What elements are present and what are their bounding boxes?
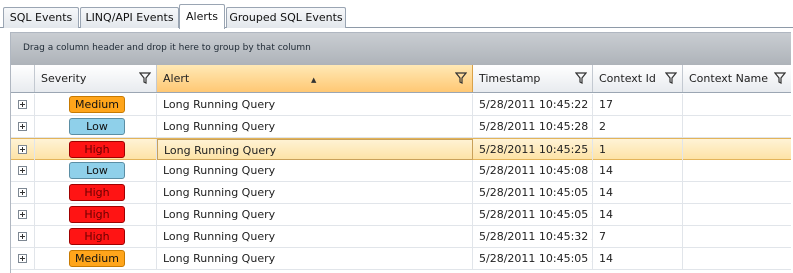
alert-cell[interactable]: Long Running Query bbox=[157, 94, 473, 115]
context-name-cell[interactable] bbox=[683, 248, 791, 269]
header-context-id[interactable]: Context Id bbox=[593, 65, 683, 92]
severity-cell: Low bbox=[35, 116, 157, 137]
alert-cell[interactable]: Long Running Query bbox=[157, 204, 473, 225]
context-id-cell[interactable]: 2 bbox=[593, 116, 683, 137]
timestamp-cell[interactable]: 5/28/2011 10:45:05 A bbox=[473, 182, 593, 203]
timestamp-cell[interactable]: 5/28/2011 10:45:05 A bbox=[473, 248, 593, 269]
context-id-cell[interactable]: 14 bbox=[593, 204, 683, 225]
severity-badge: High bbox=[69, 206, 125, 223]
tab-grouped-sql-events[interactable]: Grouped SQL Events bbox=[226, 7, 346, 28]
alert-cell[interactable]: Long Running Query bbox=[157, 139, 473, 160]
timestamp-cell[interactable]: 5/28/2011 10:45:08 A bbox=[473, 160, 593, 181]
expander-cell bbox=[11, 116, 35, 137]
table-row[interactable]: High Long Running Query 5/28/2011 10:45:05… bbox=[11, 204, 791, 226]
header-context-name[interactable]: Context Name bbox=[683, 65, 791, 92]
tab-sql-events[interactable]: SQL Events bbox=[3, 7, 79, 28]
expand-plus-icon[interactable] bbox=[18, 254, 27, 263]
table-row[interactable]: Low Long Running Query 5/28/2011 10:45:08 … bbox=[11, 160, 791, 182]
alert-cell[interactable]: Long Running Query bbox=[157, 226, 473, 247]
tab-strip: SQL Events LINQ/API Events Alerts Groupe… bbox=[0, 0, 793, 29]
header-timestamp[interactable]: Timestamp bbox=[473, 65, 593, 92]
expander-cell bbox=[11, 94, 35, 115]
context-name-cell[interactable] bbox=[683, 204, 791, 225]
group-panel[interactable]: Drag a column header and drop it here to… bbox=[11, 33, 791, 65]
severity-cell: Medium bbox=[35, 94, 157, 115]
grid-header: Severity ▲ Alert Timestamp Context Id Co… bbox=[11, 65, 791, 93]
expander-cell bbox=[11, 139, 35, 160]
filter-icon[interactable] bbox=[774, 72, 786, 84]
expander-cell bbox=[11, 204, 35, 225]
header-alert-label: Alert bbox=[163, 72, 190, 85]
severity-badge: Low bbox=[69, 118, 125, 135]
timestamp-cell[interactable]: 5/28/2011 10:45:32 A bbox=[473, 226, 593, 247]
severity-cell: High bbox=[35, 226, 157, 247]
alerts-grid: Drag a column header and drop it here to… bbox=[10, 32, 791, 273]
timestamp-cell[interactable]: 5/28/2011 10:45:22 A bbox=[473, 94, 593, 115]
timestamp-cell[interactable]: 5/28/2011 10:45:25 A bbox=[473, 139, 593, 160]
expander-cell bbox=[11, 160, 35, 181]
context-name-cell[interactable] bbox=[683, 226, 791, 247]
header-timestamp-label: Timestamp bbox=[479, 72, 541, 85]
timestamp-cell[interactable]: 5/28/2011 10:45:05 A bbox=[473, 204, 593, 225]
timestamp-cell[interactable]: 5/28/2011 10:45:28 A bbox=[473, 116, 593, 137]
expand-plus-icon[interactable] bbox=[18, 145, 27, 154]
severity-badge: High bbox=[69, 141, 125, 158]
filter-icon[interactable] bbox=[575, 72, 587, 84]
severity-badge: Low bbox=[69, 162, 125, 179]
tab-alerts[interactable]: Alerts bbox=[179, 4, 225, 29]
severity-cell: Medium bbox=[35, 248, 157, 269]
table-row[interactable]: Medium Long Running Query 5/28/2011 10:45:… bbox=[11, 94, 791, 116]
context-name-cell[interactable] bbox=[683, 116, 791, 137]
sort-ascending-icon: ▲ bbox=[311, 76, 317, 84]
context-name-cell[interactable] bbox=[683, 160, 791, 181]
severity-badge: High bbox=[69, 184, 125, 201]
tab-linq-api-events[interactable]: LINQ/API Events bbox=[80, 7, 179, 28]
expand-plus-icon[interactable] bbox=[18, 188, 27, 197]
context-id-cell[interactable]: 17 bbox=[593, 94, 683, 115]
expand-plus-icon[interactable] bbox=[18, 122, 27, 131]
header-context-name-label: Context Name bbox=[689, 72, 769, 85]
severity-cell: Low bbox=[35, 160, 157, 181]
table-row[interactable]: Low Long Running Query 5/28/2011 10:45:28 … bbox=[11, 116, 791, 138]
expander-cell bbox=[11, 226, 35, 247]
severity-badge: Medium bbox=[69, 96, 125, 113]
table-row[interactable]: Medium Long Running Query 5/28/2011 10:45:… bbox=[11, 248, 791, 270]
expand-plus-icon[interactable] bbox=[18, 232, 27, 241]
severity-badge: Medium bbox=[69, 250, 125, 267]
expander-cell bbox=[11, 182, 35, 203]
filter-icon[interactable] bbox=[455, 72, 467, 84]
alert-cell[interactable]: Long Running Query bbox=[157, 248, 473, 269]
table-row[interactable]: High Long Running Query 5/28/2011 10:45:05… bbox=[11, 182, 791, 204]
context-id-cell[interactable]: 7 bbox=[593, 226, 683, 247]
expand-plus-icon[interactable] bbox=[18, 100, 27, 109]
alert-cell[interactable]: Long Running Query bbox=[157, 160, 473, 181]
context-name-cell[interactable] bbox=[683, 94, 791, 115]
context-name-cell[interactable] bbox=[683, 139, 791, 160]
expand-plus-icon[interactable] bbox=[18, 166, 27, 175]
table-row[interactable]: High Long Running Query 5/28/2011 10:45:25… bbox=[11, 138, 791, 160]
context-id-cell[interactable]: 1 bbox=[593, 139, 683, 160]
context-id-cell[interactable]: 14 bbox=[593, 182, 683, 203]
expander-cell bbox=[11, 248, 35, 269]
severity-cell: High bbox=[35, 204, 157, 225]
header-severity-label: Severity bbox=[41, 72, 87, 85]
expand-plus-icon[interactable] bbox=[18, 210, 27, 219]
alert-cell[interactable]: Long Running Query bbox=[157, 116, 473, 137]
header-severity[interactable]: Severity bbox=[35, 65, 157, 92]
table-row[interactable]: High Long Running Query 5/28/2011 10:45:32… bbox=[11, 226, 791, 248]
severity-cell: High bbox=[35, 139, 157, 160]
header-context-id-label: Context Id bbox=[599, 72, 656, 85]
context-name-cell[interactable] bbox=[683, 182, 791, 203]
filter-icon[interactable] bbox=[139, 72, 151, 84]
alert-cell[interactable]: Long Running Query bbox=[157, 182, 473, 203]
context-id-cell[interactable]: 14 bbox=[593, 248, 683, 269]
header-alert[interactable]: ▲ Alert bbox=[157, 65, 473, 92]
severity-badge: High bbox=[69, 228, 125, 245]
context-id-cell[interactable]: 14 bbox=[593, 160, 683, 181]
filter-icon[interactable] bbox=[665, 72, 677, 84]
severity-cell: High bbox=[35, 182, 157, 203]
header-expander-column bbox=[11, 65, 35, 92]
